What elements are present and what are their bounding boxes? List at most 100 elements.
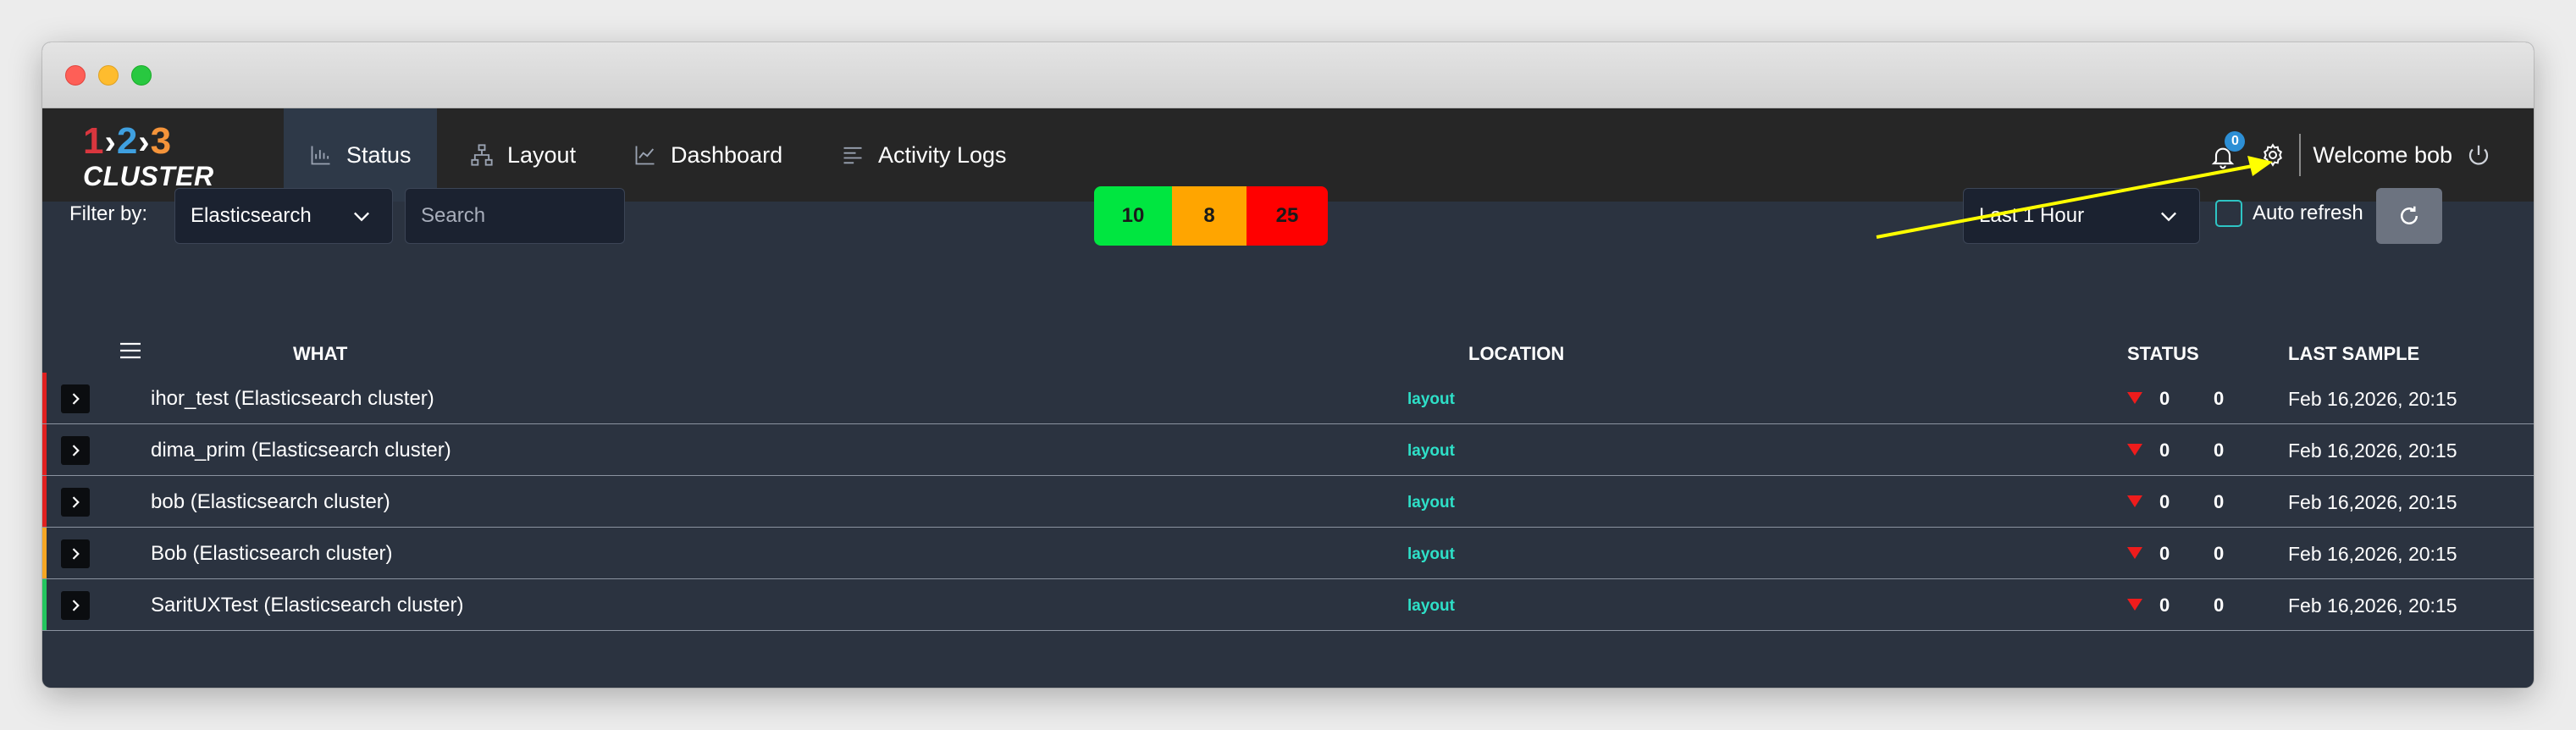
bar-chart-icon (311, 146, 330, 165)
row-status-value: 0 (2214, 543, 2225, 564)
severity-indicator (42, 373, 47, 423)
chevron-right-icon (72, 393, 80, 405)
notifications-button[interactable]: 0 (2208, 131, 2246, 172)
auto-refresh-checkbox[interactable] (2215, 200, 2242, 227)
app-window: 1›2›3 CLUSTER Status Layout Dashboard Ac… (42, 42, 2534, 688)
time-range-dropdown[interactable]: Last 1 Hour (1963, 188, 2200, 244)
logo-digit-1: 1 (83, 120, 105, 162)
logo-digit-2: 2 (116, 120, 139, 162)
time-range-value: Last 1 Hour (1979, 204, 2085, 227)
table-row: dima_prim (Elasticsearch cluster) layout… (42, 424, 2534, 476)
close-window-button[interactable] (65, 65, 86, 86)
window-titlebar (42, 42, 2534, 108)
row-what: SaritUXTest (Elasticsearch cluster) (151, 594, 464, 617)
power-logout-icon[interactable] (2466, 142, 2491, 168)
expand-row-button[interactable] (61, 591, 90, 620)
row-location-link[interactable]: layout (1407, 390, 1455, 409)
column-header-what[interactable]: WHAT (293, 343, 347, 365)
row-what: ihor_test (Elasticsearch cluster) (151, 387, 434, 410)
menu-icon[interactable] (119, 340, 142, 361)
app-logo[interactable]: 1›2›3 CLUSTER (83, 120, 244, 191)
nav-tab-label: Layout (507, 141, 577, 168)
chevron-right-icon (72, 548, 80, 560)
row-what: dima_prim (Elasticsearch cluster) (151, 439, 451, 462)
severity-indicator (42, 424, 47, 475)
row-status-value: 0 (2159, 388, 2170, 409)
logo-chevron: › (104, 124, 117, 161)
refresh-button[interactable] (2376, 188, 2442, 244)
expand-row-button[interactable] (61, 539, 90, 568)
count-warning-badge[interactable]: 8 (1172, 186, 1247, 246)
severity-indicator (42, 476, 47, 527)
filter-type-dropdown[interactable]: Elasticsearch (174, 188, 393, 244)
line-chart-icon (635, 146, 655, 165)
status-down-triangle (2127, 547, 2142, 559)
gear-icon[interactable] (2260, 142, 2286, 168)
severity-indicator (42, 579, 47, 630)
row-status-value: 0 (2214, 388, 2225, 409)
user-area: 0 Welcome bob (2208, 108, 2491, 202)
row-location-link[interactable]: layout (1407, 442, 1455, 461)
row-location-link[interactable]: layout (1407, 597, 1455, 616)
nav-tab-label: Activity Logs (878, 141, 1007, 168)
column-header-location[interactable]: LOCATION (1468, 343, 1564, 365)
minimize-window-button[interactable] (98, 65, 119, 86)
row-status-value: 0 (2214, 595, 2225, 616)
nav-tab-dashboard[interactable]: Dashboard (608, 108, 808, 202)
expand-row-button[interactable] (61, 436, 90, 465)
notifications-count-badge: 0 (2225, 131, 2246, 152)
row-what: Bob (Elasticsearch cluster) (151, 542, 393, 565)
count-up-badge[interactable]: 10 (1094, 186, 1172, 246)
table-row: bob (Elasticsearch cluster) layout 0 0 F… (42, 476, 2534, 528)
nav-tab-label: Dashboard (671, 141, 783, 168)
row-status-value: 0 (2159, 491, 2170, 512)
nav-tab-label: Status (346, 141, 412, 168)
table-header: WHAT LOCATION STATUS LAST SAMPLE (42, 330, 2534, 368)
logo-chevron: › (138, 124, 151, 161)
filter-label: Filter by: (69, 202, 148, 225)
auto-refresh-toggle[interactable]: Auto refresh (2215, 200, 2363, 227)
search-input[interactable] (405, 188, 625, 244)
table-body: ihor_test (Elasticsearch cluster) layout… (42, 373, 2534, 631)
chevron-down-icon (2161, 212, 2176, 222)
status-down-triangle (2127, 392, 2142, 404)
status-summary-counts: 10 8 25 (1094, 186, 1328, 246)
zoom-window-button[interactable] (131, 65, 152, 86)
table-row: Bob (Elasticsearch cluster) layout 0 0 F… (42, 528, 2534, 579)
sitemap-icon (471, 144, 493, 166)
row-status-value: 0 (2214, 491, 2225, 512)
count-down-badge[interactable]: 25 (1247, 186, 1328, 246)
chevron-right-icon (72, 600, 80, 611)
severity-indicator (42, 528, 47, 578)
row-last-sample: Feb 16,2026, 20:15 (2288, 491, 2457, 513)
status-down-triangle (2127, 599, 2142, 611)
row-what: bob (Elasticsearch cluster) (151, 490, 390, 513)
column-header-status[interactable]: STATUS (2127, 343, 2199, 365)
expand-row-button[interactable] (61, 488, 90, 517)
chevron-right-icon (72, 445, 80, 456)
refresh-icon (2401, 206, 2418, 224)
align-left-icon (843, 147, 862, 164)
row-status-value: 0 (2159, 543, 2170, 564)
row-location-link[interactable]: layout (1407, 494, 1455, 512)
navbar-divider (2299, 134, 2302, 176)
expand-row-button[interactable] (61, 384, 90, 413)
logo-digit-3: 3 (150, 120, 173, 162)
row-last-sample: Feb 16,2026, 20:15 (2288, 440, 2457, 462)
row-last-sample: Feb 16,2026, 20:15 (2288, 388, 2457, 410)
row-status-value: 0 (2159, 440, 2170, 461)
table-row: SaritUXTest (Elasticsearch cluster) layo… (42, 579, 2534, 631)
table-row: ihor_test (Elasticsearch cluster) layout… (42, 373, 2534, 424)
status-down-triangle (2127, 495, 2142, 507)
welcome-user-text: Welcome bob (2313, 141, 2452, 168)
row-last-sample: Feb 16,2026, 20:15 (2288, 595, 2457, 617)
status-down-triangle (2127, 444, 2142, 456)
row-last-sample: Feb 16,2026, 20:15 (2288, 543, 2457, 565)
row-location-link[interactable]: layout (1407, 545, 1455, 564)
filter-type-value: Elasticsearch (191, 204, 312, 227)
nav-tab-activity-logs[interactable]: Activity Logs (815, 108, 1032, 202)
row-status-value: 0 (2159, 595, 2170, 616)
auto-refresh-label: Auto refresh (2253, 202, 2363, 224)
row-status-value: 0 (2214, 440, 2225, 461)
column-header-last-sample[interactable]: LAST SAMPLE (2288, 343, 2419, 365)
